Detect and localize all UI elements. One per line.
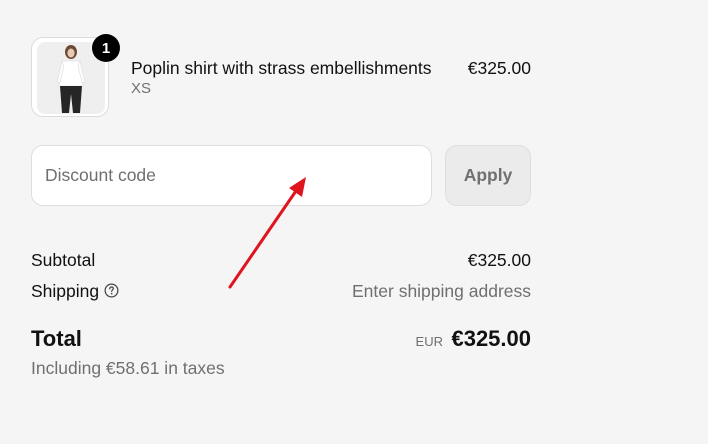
apply-discount-button[interactable]: Apply bbox=[445, 145, 531, 206]
product-name: Poplin shirt with strass embellishments bbox=[131, 58, 432, 78]
total-currency: EUR bbox=[415, 334, 443, 349]
shipping-label: Shipping bbox=[31, 281, 100, 301]
shipping-value: Enter shipping address bbox=[352, 281, 531, 301]
question-circle-icon[interactable] bbox=[104, 283, 119, 298]
total-value: €325.00 bbox=[451, 326, 531, 351]
product-variant: XS bbox=[131, 80, 152, 97]
quantity-badge: 1 bbox=[92, 34, 120, 62]
discount-code-input[interactable] bbox=[31, 145, 432, 206]
product-thumbnail: 1 bbox=[31, 34, 120, 117]
total-label: Total bbox=[31, 326, 82, 351]
product-price: €325.00 bbox=[467, 58, 531, 78]
taxes-note: Including €58.61 in taxes bbox=[31, 358, 225, 378]
subtotal-label: Subtotal bbox=[31, 250, 96, 270]
subtotal-value: €325.00 bbox=[467, 250, 531, 270]
